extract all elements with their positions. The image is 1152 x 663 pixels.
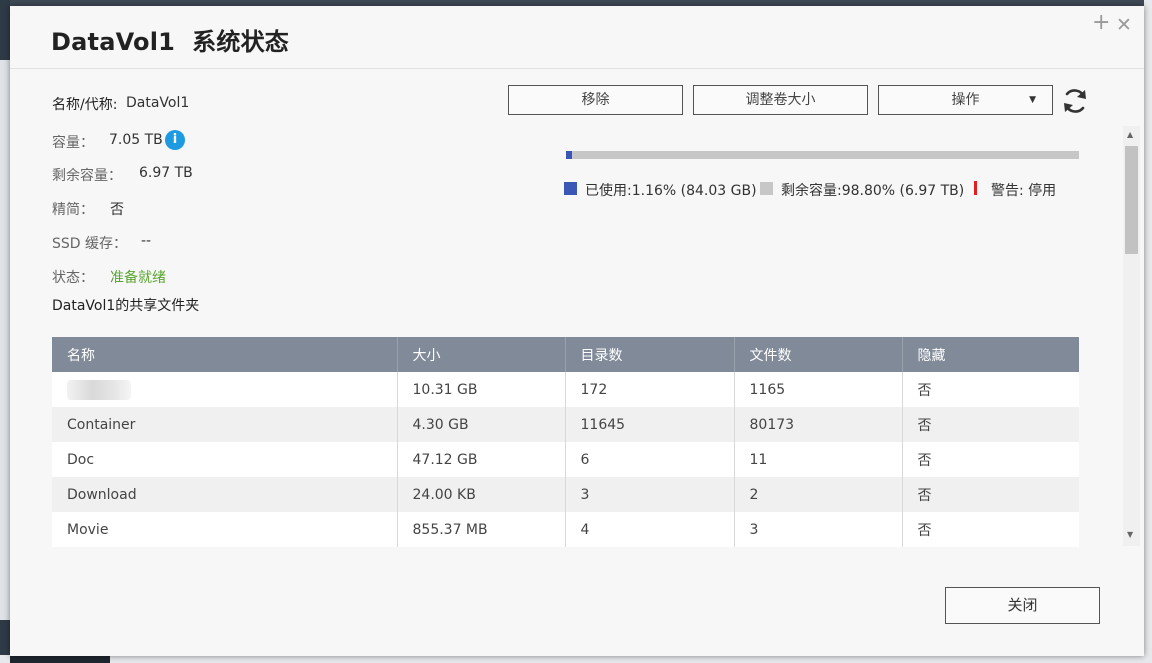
cell-size: 10.31 GB [397, 372, 566, 407]
shared-folders-table: 名称 大小 目录数 文件数 隐藏 10.31 GB 172 1165 否 Con… [52, 337, 1079, 547]
capacity-value: 7.05 TB [109, 132, 163, 148]
cell-files: 1165 [734, 372, 903, 407]
status-label: 状态： [52, 270, 94, 286]
column-header-size[interactable]: 大小 [397, 337, 566, 372]
free-legend-text: 剩余容量:98.80% (6.97 TB) [781, 183, 965, 199]
add-icon[interactable]: + [1092, 12, 1110, 34]
redacted-name [67, 379, 131, 400]
usage-bar [566, 151, 1079, 159]
table-row[interactable]: Movie 855.37 MB 4 3 否 [52, 512, 1079, 547]
ssd-cache-label: SSD 缓存： [52, 236, 128, 252]
volume-status-dialog: DataVol1 系统状态 + ✕ 名称/代称: DataVol1 容量： 7.… [10, 6, 1144, 656]
cell-files: 2 [734, 477, 903, 512]
ssd-cache-value: -- [141, 233, 152, 249]
cell-hidden: 否 [917, 382, 932, 399]
vertical-scrollbar[interactable]: ▲ ▼ [1123, 126, 1140, 546]
used-legend-text: 已使用:1.16% (84.03 GB) [585, 183, 757, 199]
cell-hidden: 否 [917, 487, 932, 504]
scroll-down-icon[interactable]: ▼ [1127, 530, 1133, 539]
used-legend-swatch [564, 182, 577, 195]
warning-legend-text: 警告: 停用 [991, 183, 1057, 199]
chevron-down-icon: ▼ [1029, 95, 1036, 105]
cell-dirs: 172 [565, 372, 735, 407]
cell-dirs: 3 [565, 477, 735, 512]
dialog-title: DataVol1 系统状态 [51, 28, 289, 56]
shared-folders-title: DataVol1的共享文件夹 [52, 298, 200, 314]
thin-label: 精简： [52, 202, 94, 218]
status-value: 准备就绪 [110, 270, 166, 286]
close-icon[interactable]: ✕ [1116, 14, 1132, 36]
cell-hidden: 否 [917, 417, 932, 434]
name-label: 名称/代称: [52, 97, 118, 113]
cell-name [52, 372, 398, 407]
background-app-panel [0, 60, 10, 620]
close-button[interactable]: 关闭 [945, 587, 1100, 624]
column-header-files[interactable]: 文件数 [734, 337, 903, 372]
info-icon[interactable]: i [165, 130, 185, 150]
warning-legend-marker [974, 181, 977, 195]
cell-size: 4.30 GB [397, 407, 566, 442]
refresh-icon[interactable] [1060, 86, 1090, 116]
background-app-taskbar [10, 655, 110, 663]
dialog-title-bar: DataVol1 系统状态 + ✕ [10, 6, 1144, 69]
thin-value: 否 [110, 202, 124, 218]
cell-dirs: 4 [565, 512, 735, 547]
scroll-up-icon[interactable]: ▲ [1127, 130, 1133, 139]
resize-volume-button[interactable]: 调整卷大小 [693, 85, 868, 115]
background-app-edge [1144, 0, 1152, 663]
table-header-row: 名称 大小 目录数 文件数 隐藏 [52, 337, 1079, 372]
column-header-dirs[interactable]: 目录数 [565, 337, 735, 372]
table-row[interactable]: 10.31 GB 172 1165 否 [52, 372, 1079, 407]
capacity-label: 容量： [52, 135, 94, 151]
cell-size: 47.12 GB [397, 442, 566, 477]
table-row[interactable]: Download 24.00 KB 3 2 否 [52, 477, 1079, 512]
table-row[interactable]: Doc 47.12 GB 6 11 否 [52, 442, 1079, 477]
remove-button[interactable]: 移除 [508, 85, 683, 115]
cell-hidden: 否 [917, 522, 932, 539]
operate-label: 操作 [951, 92, 980, 108]
name-value: DataVol1 [126, 95, 190, 111]
free-capacity-value: 6.97 TB [139, 165, 193, 181]
usage-bar-used-fill [566, 151, 573, 159]
column-header-name[interactable]: 名称 [52, 337, 398, 372]
background-app-bottom [0, 655, 1152, 663]
cell-dirs: 6 [565, 442, 735, 477]
scrollbar-thumb[interactable] [1125, 146, 1138, 254]
cell-name: Container [52, 407, 398, 442]
cell-files: 3 [734, 512, 903, 547]
cell-name: Movie [52, 512, 398, 547]
cell-size: 24.00 KB [397, 477, 566, 512]
column-header-hidden[interactable]: 隐藏 [902, 337, 1079, 372]
table-row[interactable]: Container 4.30 GB 11645 80173 否 [52, 407, 1079, 442]
operate-dropdown[interactable]: 操作 ▼ [878, 85, 1053, 115]
cell-dirs: 11645 [565, 407, 735, 442]
cell-files: 11 [734, 442, 903, 477]
cell-hidden: 否 [917, 452, 932, 469]
cell-name: Download [52, 477, 398, 512]
free-capacity-label: 剩余容量： [52, 168, 122, 184]
cell-files: 80173 [734, 407, 903, 442]
free-legend-swatch [760, 182, 773, 195]
cell-size: 855.37 MB [397, 512, 566, 547]
cell-name: Doc [52, 442, 398, 477]
